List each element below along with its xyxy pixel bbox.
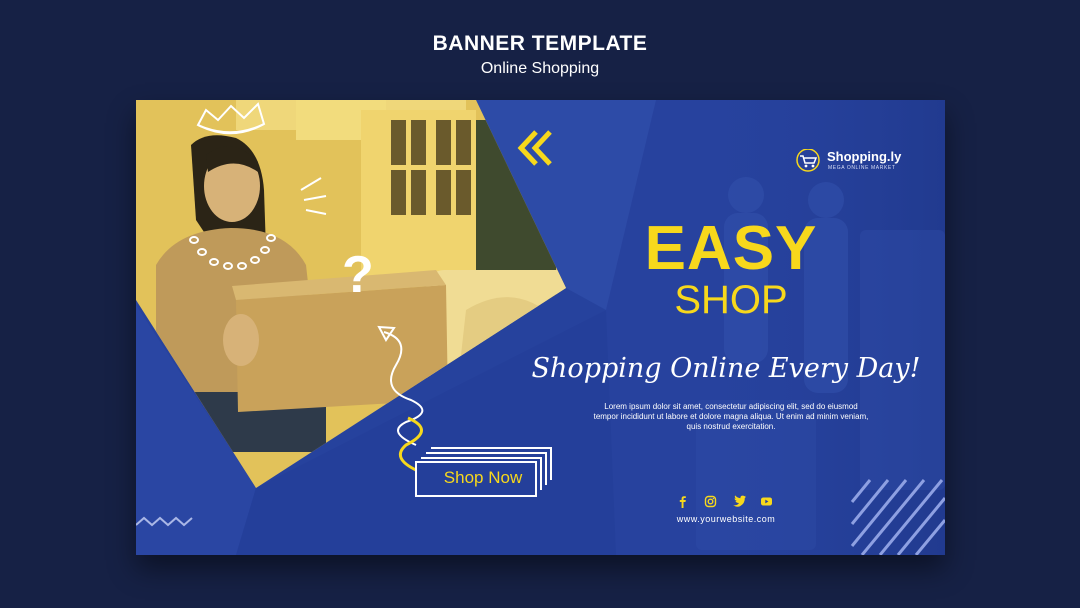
shopping-cart-icon bbox=[796, 149, 820, 172]
brand-tagline: MEGA ONLINE MARKET bbox=[828, 165, 896, 171]
youtube-icon[interactable] bbox=[757, 492, 776, 511]
page-title: BANNER TEMPLATE bbox=[432, 32, 648, 55]
headline-easy: EASY bbox=[644, 214, 818, 283]
brand-name: Shopping.ly bbox=[827, 149, 902, 164]
headline-shop: SHOP bbox=[674, 278, 788, 322]
question-mark-doodle: ? bbox=[342, 246, 374, 304]
script-tagline: Shopping Online Every Day! bbox=[531, 353, 921, 384]
facebook-icon[interactable] bbox=[673, 492, 692, 511]
page-header: BANNER TEMPLATE Online Shopping bbox=[0, 32, 1080, 78]
shop-now-button[interactable]: Shop Now bbox=[418, 463, 548, 493]
instagram-icon[interactable] bbox=[701, 492, 720, 511]
body-copy: Lorem ipsum dolor sit amet, consectetur … bbox=[593, 402, 869, 431]
website-url[interactable]: www.yourwebsite.com bbox=[666, 514, 786, 524]
twitter-icon[interactable] bbox=[729, 492, 748, 511]
page-subtitle: Online Shopping bbox=[480, 60, 600, 77]
banner-card: ? Shopping.ly MEGA ONLINE MARKET EASY SH… bbox=[136, 100, 945, 555]
social-links bbox=[673, 492, 776, 511]
